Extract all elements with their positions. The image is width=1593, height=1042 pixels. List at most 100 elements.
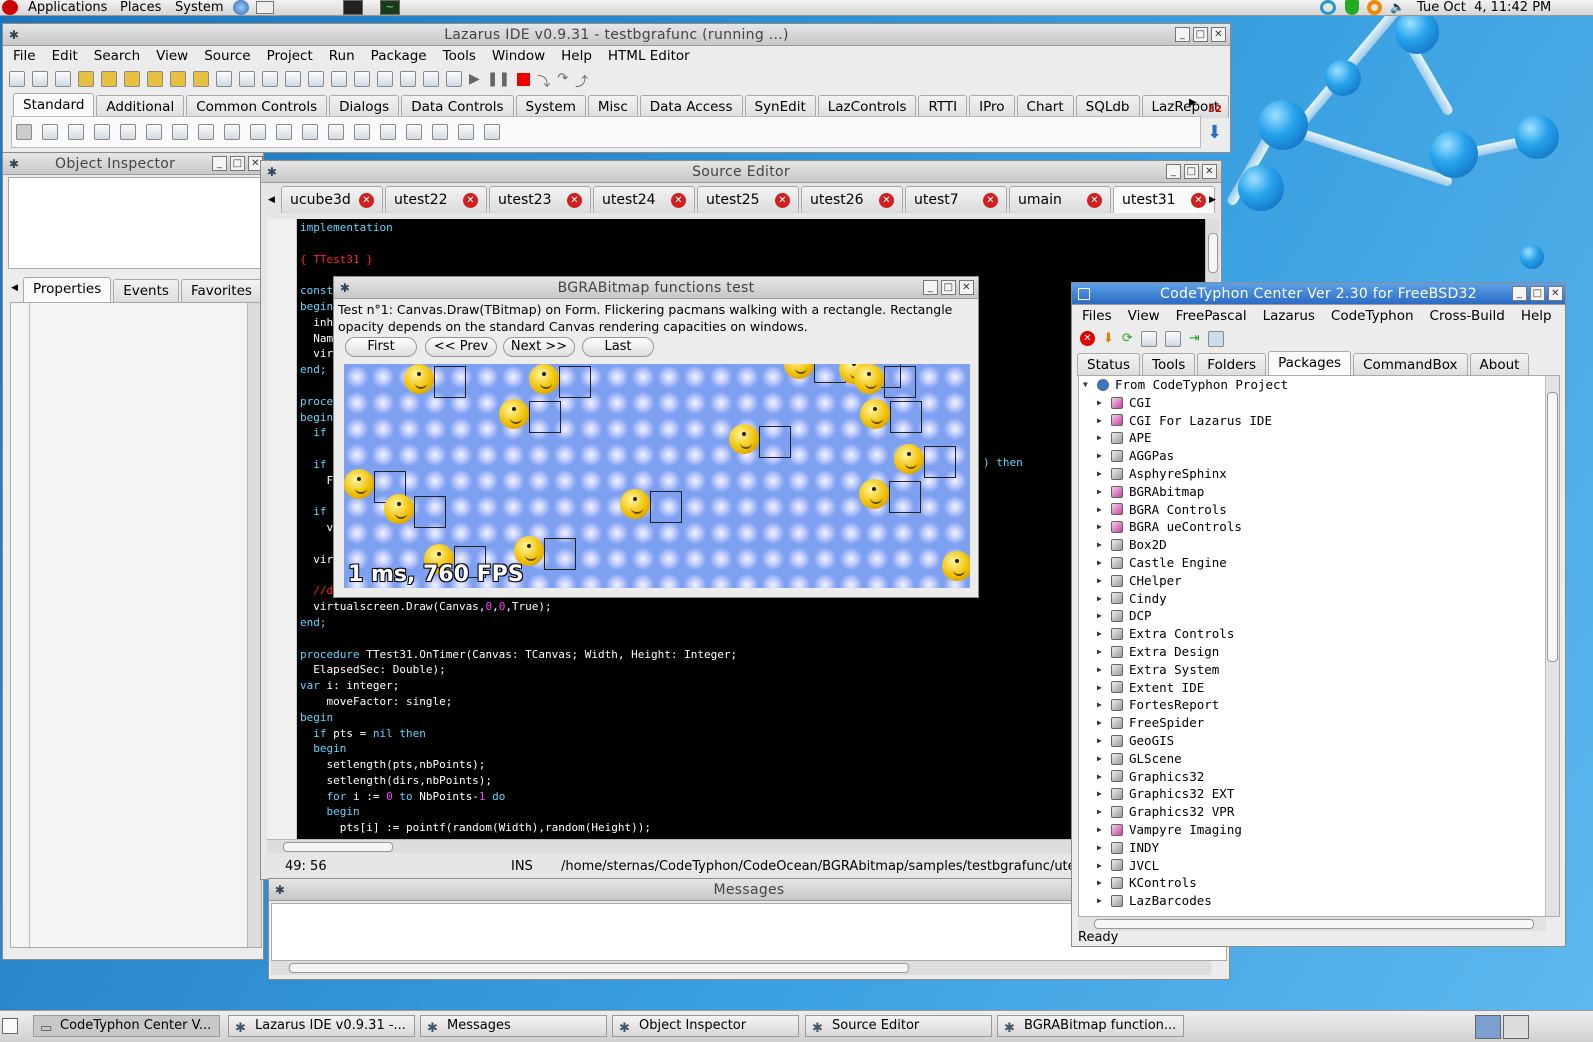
taskbar-item-messages[interactable]: ✱ Messages xyxy=(420,1015,607,1037)
package-item[interactable]: ▶ GLScene xyxy=(1079,750,1559,768)
tab-status[interactable]: Status xyxy=(1077,353,1141,376)
build-icon[interactable] xyxy=(331,71,347,87)
tradiogroup-icon[interactable] xyxy=(380,124,396,140)
oi-scroll-left-icon[interactable]: ◀ xyxy=(11,283,18,293)
taskbar-item-object-inspector[interactable]: ✱ Object Inspector xyxy=(612,1015,799,1037)
tactionlist-icon[interactable] xyxy=(484,124,500,140)
collapsed-icon[interactable]: ▶ xyxy=(1097,714,1109,732)
palette-tab-ipro[interactable]: IPro xyxy=(969,95,1015,118)
package-item[interactable]: ▶ Castle Engine xyxy=(1079,554,1559,572)
editor-tab-utest24[interactable]: utest24 ✕ xyxy=(593,186,695,213)
palette-tab-sqldb[interactable]: SQLdb xyxy=(1075,95,1140,118)
collapsed-icon[interactable]: ▶ xyxy=(1097,394,1109,412)
package-item[interactable]: ▶ Extra Controls xyxy=(1079,625,1559,643)
menu-edit[interactable]: Edit xyxy=(44,48,86,64)
close-icon[interactable]: ✕ xyxy=(1211,27,1226,42)
maximize-icon[interactable]: □ xyxy=(230,156,245,171)
inspector-icon[interactable] xyxy=(400,71,416,87)
palette-tab-dialogs[interactable]: Dialogs xyxy=(329,95,400,118)
tcheckbox-icon[interactable] xyxy=(224,124,240,140)
menu-cross-build[interactable]: Cross-Build xyxy=(1422,308,1513,324)
property-grid-scrollbar[interactable] xyxy=(247,303,261,947)
tabs-scroll-left-icon[interactable]: ◀ xyxy=(268,195,275,205)
view-forms-icon[interactable] xyxy=(308,71,324,87)
messages-hscrollbar[interactable] xyxy=(271,961,1211,975)
save-all-icon[interactable] xyxy=(239,71,255,87)
package-item[interactable]: ▶ Graphics32 VPR xyxy=(1079,803,1559,821)
menu-tools[interactable]: Tools xyxy=(435,48,484,64)
tbutton-icon[interactable] xyxy=(94,124,110,140)
windows-icon[interactable] xyxy=(1140,331,1157,347)
editor-tab-utest31[interactable]: utest31 ✕ xyxy=(1113,186,1215,213)
minimize-icon[interactable]: _ xyxy=(1175,27,1190,42)
menu-codetyphon[interactable]: CodeTyphon xyxy=(1323,308,1422,324)
package-item[interactable]: ▶ Extra System xyxy=(1079,661,1559,679)
package-item[interactable]: ▶ LazBarcodes xyxy=(1079,892,1559,910)
selection-tool-icon[interactable] xyxy=(16,124,32,140)
tcombobox-icon[interactable] xyxy=(302,124,318,140)
collapsed-icon[interactable]: ▶ xyxy=(1097,696,1109,714)
refresh-icon[interactable]: ⟳ xyxy=(1122,331,1133,347)
tpopupmenu-icon[interactable] xyxy=(68,124,84,140)
new-unit-icon[interactable] xyxy=(55,71,71,87)
stop-icon[interactable] xyxy=(517,73,531,86)
editor-tab-utest23[interactable]: utest23 ✕ xyxy=(489,186,591,213)
run-icon[interactable]: ▶ xyxy=(469,71,480,91)
revert-icon[interactable] xyxy=(124,71,140,87)
lazarus-titlebar[interactable]: ✱ Lazarus IDE v0.9.31 - testbgrafunc (run… xyxy=(3,24,1230,46)
options-icon[interactable] xyxy=(446,71,462,87)
save-project-icon[interactable] xyxy=(170,71,186,87)
collapsed-icon[interactable]: ▶ xyxy=(1097,590,1109,608)
collapsed-icon[interactable]: ▶ xyxy=(1097,625,1109,643)
menu-view[interactable]: View xyxy=(1120,308,1168,324)
package-item[interactable]: ▶ AsphyreSphinx xyxy=(1079,465,1559,483)
tgroupbox-icon[interactable] xyxy=(354,124,370,140)
taskbar-item-source-editor[interactable]: ✱ Source Editor xyxy=(805,1015,992,1037)
palette-tab-synedit[interactable]: SynEdit xyxy=(744,95,816,118)
menu-run[interactable]: Run xyxy=(321,48,363,64)
collapsed-icon[interactable]: ▶ xyxy=(1097,785,1109,803)
menu-window[interactable]: Window xyxy=(484,48,553,64)
collapsed-icon[interactable]: ▶ xyxy=(1097,607,1109,625)
collapsed-icon[interactable]: ▶ xyxy=(1097,643,1109,661)
tlistbox-icon[interactable] xyxy=(276,124,292,140)
minimize-icon[interactable]: _ xyxy=(212,156,227,171)
collapsed-icon[interactable]: ▶ xyxy=(1097,465,1109,483)
editor-hscrollbar[interactable] xyxy=(267,839,1205,853)
palette-tab-chart[interactable]: Chart xyxy=(1016,95,1074,118)
lifebuoy-icon[interactable] xyxy=(1367,0,1382,15)
minimize-icon[interactable]: _ xyxy=(1512,286,1527,301)
menu-search[interactable]: Search xyxy=(86,48,148,64)
cascade-icon[interactable] xyxy=(1164,331,1181,347)
source-editor-titlebar[interactable]: ✱ Source Editor _ □ ✕ xyxy=(261,161,1221,183)
package-tree-vscrollbar[interactable] xyxy=(1545,376,1559,916)
clock[interactable]: Tue Oct 4, 11:42 PM xyxy=(1417,0,1551,15)
collapsed-icon[interactable]: ▶ xyxy=(1097,803,1109,821)
package-item[interactable]: ▶ Extent IDE xyxy=(1079,679,1559,697)
tpanel-icon[interactable] xyxy=(432,124,448,140)
maximize-icon[interactable]: □ xyxy=(1193,27,1208,42)
tab-close-icon[interactable]: ✕ xyxy=(879,192,894,208)
package-item[interactable]: ▶ Box2D xyxy=(1079,536,1559,554)
editor-tab-utest7[interactable]: utest7 ✕ xyxy=(905,186,1007,213)
package-item[interactable]: ▶ INDY xyxy=(1079,839,1559,857)
tab-favorites[interactable]: Favorites xyxy=(180,279,262,302)
package-item[interactable]: ▶ CHelper xyxy=(1079,572,1559,590)
tab-close-icon[interactable]: ✕ xyxy=(983,192,998,208)
build-32-icon[interactable] xyxy=(1207,331,1224,347)
tframe-icon[interactable] xyxy=(458,124,474,140)
package-item[interactable]: ▶ BGRA ueControls xyxy=(1079,518,1559,536)
editor-tab-utest22[interactable]: utest22 ✕ xyxy=(385,186,487,213)
package-item[interactable]: ▶ JVCL xyxy=(1079,857,1559,875)
tlabel-icon[interactable] xyxy=(120,124,136,140)
package-item[interactable]: ▶ Extra Design xyxy=(1079,643,1559,661)
package-item[interactable]: ▶ BGRAbitmap xyxy=(1079,483,1559,501)
tab-close-icon[interactable]: ✕ xyxy=(671,192,686,208)
menu-package[interactable]: Package xyxy=(363,48,435,64)
workspace-switcher[interactable] xyxy=(1475,1015,1501,1039)
menu-freepascal[interactable]: FreePascal xyxy=(1168,308,1255,324)
menu-html-editor[interactable]: HTML Editor xyxy=(600,48,698,64)
collapsed-icon[interactable]: ▶ xyxy=(1097,661,1109,679)
tab-close-icon[interactable]: ✕ xyxy=(463,192,478,208)
volume-icon[interactable]: 🔈 xyxy=(1390,0,1405,15)
